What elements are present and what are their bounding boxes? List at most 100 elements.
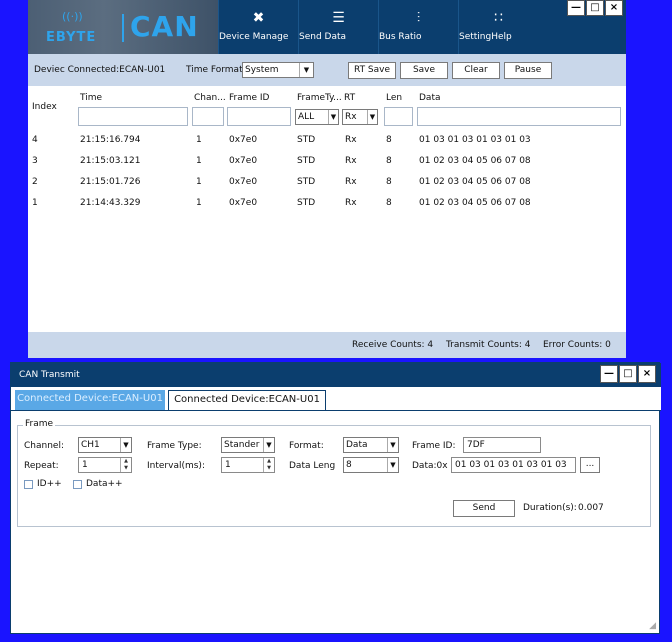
- save-button[interactable]: Save: [400, 62, 448, 79]
- column-header-time[interactable]: Time: [80, 93, 102, 103]
- column-header-frame-type[interactable]: FrameTy...: [297, 93, 342, 103]
- frame-type-select[interactable]: Stander ▼: [221, 437, 275, 453]
- table-row[interactable]: 1 21:14:43.329 1 0x7e0 STD Rx 8 01 02 03…: [28, 194, 618, 214]
- frame-type-filter-select[interactable]: ALL ▼: [295, 109, 339, 125]
- close-button[interactable]: ×: [638, 365, 656, 383]
- main-header: ((·)) EBYTE CAN ✖ Device Manage ☰ Send D…: [28, 0, 626, 54]
- frame-id-input[interactable]: 7DF: [463, 437, 541, 453]
- send-button[interactable]: Send: [453, 500, 515, 517]
- cell-frame-type: STD: [297, 198, 316, 208]
- nav-send-data[interactable]: ☰ Send Data: [298, 0, 378, 54]
- cell-data: 01 02 03 04 05 06 07 08: [419, 156, 531, 166]
- interval-value: 1: [225, 460, 231, 470]
- logo-brand: EBYTE: [46, 30, 97, 45]
- nav-label: SettingHelp: [459, 32, 512, 42]
- main-window-controls: — □ ×: [566, 0, 623, 16]
- minimize-button[interactable]: —: [567, 0, 585, 16]
- time-format-value: System: [245, 65, 279, 75]
- interval-stepper[interactable]: 1 ▲ ▼: [221, 457, 275, 473]
- column-header-index[interactable]: Index: [32, 102, 57, 112]
- data-increment-label: Data++: [86, 479, 123, 489]
- pause-button[interactable]: Pause: [504, 62, 552, 79]
- transmit-window-controls: — □ ×: [599, 365, 656, 383]
- frame-id-filter-input[interactable]: [227, 107, 291, 126]
- cell-rt: Rx: [345, 135, 357, 145]
- transmit-title-bar[interactable]: CAN Transmit — □ ×: [11, 363, 661, 387]
- chevron-down-icon: ▼: [263, 438, 274, 452]
- id-increment-label: ID++: [37, 479, 62, 489]
- table-row[interactable]: 3 21:15:03.121 1 0x7e0 STD Rx 8 01 02 03…: [28, 152, 618, 172]
- data-increment-checkbox[interactable]: [73, 480, 82, 489]
- can-transmit-window: CAN Transmit — □ × Connected Device:ECAN…: [10, 362, 661, 634]
- rt-filter-value: Rx: [345, 112, 357, 122]
- cell-data: 01 02 03 04 05 06 07 08: [419, 177, 531, 187]
- nav-device-manage[interactable]: ✖ Device Manage: [218, 0, 298, 54]
- format-select[interactable]: Data ▼: [343, 437, 399, 453]
- transmit-counts: Transmit Counts: 4: [446, 340, 531, 350]
- list-icon: ☰: [332, 10, 345, 26]
- frame-legend: Frame: [23, 419, 56, 429]
- channel-select[interactable]: CH1 ▼: [78, 437, 132, 453]
- cell-len: 8: [386, 177, 392, 187]
- interval-label: Interval(ms):: [147, 461, 205, 471]
- cell-time: 21:15:16.794: [80, 135, 141, 145]
- channel-filter-input[interactable]: [192, 107, 224, 126]
- spinner-arrows-icon[interactable]: ▲ ▼: [120, 458, 131, 472]
- table-row[interactable]: 4 21:15:16.794 1 0x7e0 STD Rx 8 01 03 01…: [28, 131, 618, 151]
- table-row[interactable]: 2 21:15:01.726 1 0x7e0 STD Rx 8 01 02 03…: [28, 173, 618, 193]
- clear-button[interactable]: Clear: [452, 62, 500, 79]
- chevron-down-icon: ▼: [328, 110, 338, 124]
- cell-rt: Rx: [345, 156, 357, 166]
- chevron-down-icon: ▼: [387, 438, 398, 452]
- id-increment-checkbox[interactable]: [24, 480, 33, 489]
- rt-save-button[interactable]: RT Save: [348, 62, 396, 79]
- spinner-arrows-icon[interactable]: ▲ ▼: [263, 458, 274, 472]
- browse-button[interactable]: ...: [580, 457, 600, 473]
- cell-index: 2: [32, 177, 38, 187]
- frame-id-label: Frame ID:: [412, 441, 456, 451]
- minimize-button[interactable]: —: [600, 365, 618, 383]
- cell-len: 8: [386, 135, 392, 145]
- column-header-channel[interactable]: Chan...: [194, 93, 226, 103]
- data-length-select[interactable]: 8 ▼: [343, 457, 399, 473]
- duration-label: Duration(s):: [523, 503, 577, 513]
- message-grid[interactable]: Index Time Chan... Frame ID FrameTy... R…: [28, 86, 626, 332]
- rt-filter-select[interactable]: Rx ▼: [342, 109, 378, 125]
- data-hex-input[interactable]: 01 03 01 03 01 03 01 03: [451, 457, 576, 473]
- data-length-label: Data Leng: [289, 461, 336, 471]
- time-format-label: Time Format: [186, 65, 243, 75]
- repeat-label: Repeat:: [24, 461, 59, 471]
- close-button[interactable]: ×: [605, 0, 623, 16]
- nav-bus-ratio[interactable]: ⫶ Bus Ratio: [378, 0, 458, 54]
- time-format-select[interactable]: System ▼: [242, 62, 314, 78]
- column-header-frame-id[interactable]: Frame ID: [229, 93, 270, 103]
- cell-frame-id: 0x7e0: [229, 177, 258, 187]
- cell-frame-type: STD: [297, 135, 316, 145]
- column-header-rt[interactable]: RT: [344, 93, 355, 103]
- format-label: Format:: [289, 441, 324, 451]
- cell-rt: Rx: [345, 198, 357, 208]
- tab-device-1[interactable]: Connected Device:ECAN-U01: [15, 390, 165, 410]
- tab-device-2[interactable]: Connected Device:ECAN-U01: [168, 390, 326, 410]
- chevron-down-icon: ▼: [387, 458, 398, 472]
- cell-channel: 1: [196, 198, 202, 208]
- column-header-data[interactable]: Data: [419, 93, 441, 103]
- logo-divider: [122, 14, 124, 42]
- repeat-value: 1: [82, 460, 88, 470]
- settings-grid-icon: ∷: [494, 10, 503, 26]
- repeat-stepper[interactable]: 1 ▲ ▼: [78, 457, 132, 473]
- time-filter-input[interactable]: [78, 107, 188, 126]
- cell-len: 8: [386, 198, 392, 208]
- resize-grip-icon[interactable]: ◢: [649, 621, 656, 631]
- nav-label: Bus Ratio: [379, 32, 422, 42]
- maximize-button[interactable]: □: [619, 365, 637, 383]
- frame-type-value: Stander: [224, 440, 260, 450]
- chevron-down-icon: ▼: [299, 63, 313, 77]
- cell-channel: 1: [196, 135, 202, 145]
- data-filter-input[interactable]: [417, 107, 621, 126]
- len-filter-input[interactable]: [384, 107, 413, 126]
- column-header-len[interactable]: Len: [386, 93, 402, 103]
- duration-value: 0.007: [578, 503, 604, 513]
- maximize-button[interactable]: □: [586, 0, 604, 16]
- nav-setting-help[interactable]: ∷ SettingHelp: [458, 0, 538, 54]
